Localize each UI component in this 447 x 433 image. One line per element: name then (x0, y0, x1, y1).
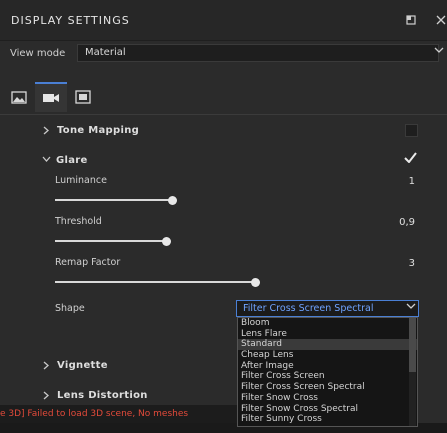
chevron-right-icon[interactable] (43, 126, 50, 138)
chevron-right-icon[interactable] (43, 391, 50, 403)
maximize-icon[interactable] (405, 15, 417, 27)
threshold-slider-track[interactable] (55, 240, 166, 242)
luminance-label: Luminance (55, 175, 107, 186)
remap-factor-slider-track[interactable] (55, 281, 255, 283)
dropdown-option[interactable]: Filter Cross Screen (238, 371, 417, 382)
chevron-down-icon[interactable] (406, 302, 416, 313)
dropdown-option[interactable]: Bloom (238, 318, 417, 329)
tab-frame[interactable] (67, 82, 99, 112)
tone-mapping-checkbox[interactable] (405, 124, 418, 137)
shape-dropdown-list[interactable]: Bloom Lens Flare Standard Cheap Lens Aft… (237, 317, 418, 427)
frame-icon (75, 90, 91, 104)
threshold-label: Threshold (55, 216, 102, 227)
remap-factor-slider-handle[interactable] (251, 278, 260, 287)
console-error-message: e 3D] Failed to load 3D scene, No meshes (0, 405, 240, 423)
dropdown-option[interactable]: Filter Sunny Cross (238, 414, 417, 425)
section-lens-distortion[interactable]: Lens Distortion (57, 390, 148, 401)
image-icon (11, 90, 27, 104)
luminance-slider-handle[interactable] (168, 196, 177, 205)
section-vignette[interactable]: Vignette (57, 360, 108, 371)
dropdown-option[interactable]: Filter Snow Cross Spectral (238, 404, 417, 415)
threshold-slider-handle[interactable] (162, 237, 171, 246)
dropdown-option[interactable]: After Image (238, 361, 417, 372)
dropdown-option[interactable]: Lens Flare (238, 329, 417, 340)
remap-factor-value[interactable]: 3 (380, 258, 415, 269)
luminance-value[interactable]: 1 (380, 176, 415, 187)
panel-title: DISPLAY SETTINGS (11, 14, 130, 27)
view-mode-select[interactable]: Material (77, 44, 439, 62)
tab-image[interactable] (3, 82, 35, 112)
chevron-down-icon[interactable] (434, 46, 444, 57)
luminance-slider-track[interactable] (55, 199, 172, 201)
threshold-value[interactable]: 0,9 (380, 217, 415, 228)
dropdown-scrollbar-thumb[interactable] (409, 318, 416, 372)
camera-icon (43, 94, 59, 102)
view-mode-label: View mode (10, 48, 66, 59)
dropdown-option[interactable]: Filter Cross Screen Spectral (238, 382, 417, 393)
dropdown-option[interactable]: Filter Snow Cross (238, 393, 417, 404)
glare-checkbox[interactable] (404, 152, 417, 166)
chevron-down-icon[interactable] (42, 156, 51, 166)
shape-select[interactable]: Filter Cross Screen Spectral (236, 300, 419, 317)
chevron-right-icon[interactable] (43, 361, 50, 373)
shape-label: Shape (55, 303, 85, 314)
dropdown-option[interactable]: Standard (238, 339, 417, 351)
remap-factor-label: Remap Factor (55, 257, 121, 268)
dropdown-option[interactable]: Cheap Lens (238, 350, 417, 361)
tab-camera[interactable] (35, 82, 67, 112)
section-glare[interactable]: Glare (56, 155, 88, 166)
section-tone-mapping[interactable]: Tone Mapping (57, 125, 139, 136)
close-icon[interactable] (435, 15, 447, 27)
